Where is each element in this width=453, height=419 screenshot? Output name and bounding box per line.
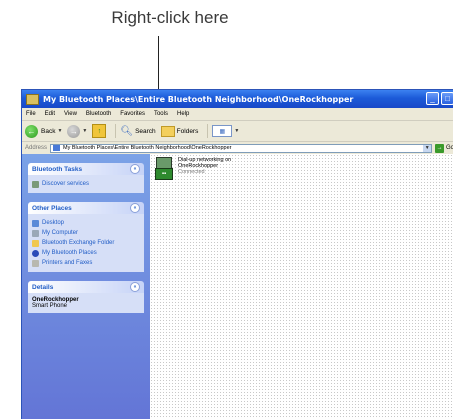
views-icon: ▦ (212, 125, 233, 137)
menu-bar: File Edit View Bluetooth Favorites Tools… (22, 108, 453, 121)
bluetooth-tasks-panel: Bluetooth Tasks « Discover services (28, 163, 144, 193)
toolbar-separator (115, 124, 117, 138)
back-label: Back (41, 127, 56, 135)
minimize-button[interactable]: _ (426, 92, 439, 105)
go-label: Go (445, 145, 453, 151)
menu-help[interactable]: Help (177, 111, 189, 117)
my-bluetooth-places-link[interactable]: My Bluetooth Places (32, 248, 140, 258)
menu-file[interactable]: File (26, 111, 36, 117)
folders-button[interactable]: Folders (160, 125, 199, 137)
discover-services-link[interactable]: Discover services (32, 179, 140, 189)
printers-and-faxes-link[interactable]: Printers and Faxes (32, 258, 140, 268)
back-button[interactable]: ← Back ▼ (25, 124, 63, 138)
menu-view[interactable]: View (64, 111, 77, 117)
folder-icon (26, 93, 39, 105)
folders-icon (160, 125, 175, 137)
back-arrow-icon: ← (25, 124, 38, 138)
details-header[interactable]: Details « (28, 281, 144, 293)
search-icon: 🔍︎ (120, 125, 134, 137)
address-label: Address (25, 145, 48, 151)
other-places-header[interactable]: Other Places « (28, 202, 144, 214)
file-list-pane[interactable]: ▪▪ Dial-up networking on OneRockhopper C… (150, 154, 453, 419)
dialup-networking-item[interactable]: ▪▪ Dial-up networking on OneRockhopper C… (155, 157, 231, 180)
details-panel: Details « OneRockhopper Smart Phone (28, 281, 144, 313)
callout-label: Right-click here (111, 8, 229, 27)
chevron-down-icon: ▼ (234, 128, 240, 134)
discover-icon (32, 180, 39, 188)
collapse-icon[interactable]: « (130, 282, 140, 292)
menu-tools[interactable]: Tools (154, 111, 168, 117)
bluetooth-exchange-folder-link[interactable]: Bluetooth Exchange Folder (32, 238, 140, 248)
details-title: Details (32, 283, 54, 291)
bluetooth-places-icon (53, 145, 61, 151)
bluetooth-tasks-header[interactable]: Bluetooth Tasks « (28, 163, 144, 175)
forward-arrow-icon: → (67, 124, 81, 138)
address-value: My Bluetooth Places\Entire Bluetooth Nei… (63, 145, 232, 151)
folder-icon (32, 239, 39, 247)
task-pane: Bluetooth Tasks « Discover services Othe… (22, 154, 150, 419)
computer-icon (32, 229, 39, 237)
desktop-link[interactable]: Desktop (32, 218, 140, 228)
up-folder-icon: ↑ (92, 124, 107, 138)
search-label: Search (135, 127, 156, 135)
bluetooth-tasks-title: Bluetooth Tasks (32, 165, 83, 173)
explorer-window: My Bluetooth Places\Entire Bluetooth Nei… (21, 89, 453, 419)
connection-status: Connected (178, 169, 205, 175)
address-input[interactable]: My Bluetooth Places\Entire Bluetooth Nei… (50, 143, 433, 153)
chevron-down-icon: ▼ (82, 128, 88, 134)
maximize-button[interactable]: □ (441, 92, 453, 105)
search-button[interactable]: 🔍︎ Search (120, 126, 155, 137)
collapse-icon[interactable]: « (130, 203, 140, 213)
content-area: Bluetooth Tasks « Discover services Othe… (22, 154, 453, 419)
chevron-down-icon: ▼ (57, 128, 63, 134)
collapse-icon[interactable]: « (130, 164, 140, 174)
menu-bluetooth[interactable]: Bluetooth (86, 111, 111, 117)
up-folder-button[interactable]: ↑ (92, 124, 107, 138)
forward-button[interactable]: → ▼ (67, 124, 88, 138)
address-dropdown-button[interactable]: ▼ (423, 144, 432, 152)
views-button[interactable]: ▦ ▼ (212, 125, 239, 137)
device-type: Smart Phone (32, 303, 68, 309)
menu-favorites[interactable]: Favorites (120, 111, 145, 117)
other-places-title: Other Places (32, 204, 72, 212)
toolbar: ← Back ▼ → ▼ ↑ 🔍︎ Search Folders ▦ ▼ (22, 121, 453, 142)
toolbar-separator (207, 124, 209, 138)
desktop-icon (32, 219, 39, 227)
other-places-panel: Other Places « Desktop My Computer Bluet… (28, 202, 144, 272)
window-title: My Bluetooth Places\Entire Bluetooth Nei… (43, 94, 354, 104)
title-bar[interactable]: My Bluetooth Places\Entire Bluetooth Nei… (22, 90, 453, 108)
folders-label: Folders (176, 127, 199, 135)
my-computer-link[interactable]: My Computer (32, 228, 140, 238)
printer-icon (32, 259, 39, 267)
bluetooth-icon (32, 249, 39, 257)
go-button[interactable]: → (435, 143, 444, 153)
menu-edit[interactable]: Edit (45, 111, 55, 117)
dialup-networking-icon: ▪▪ (155, 157, 173, 180)
